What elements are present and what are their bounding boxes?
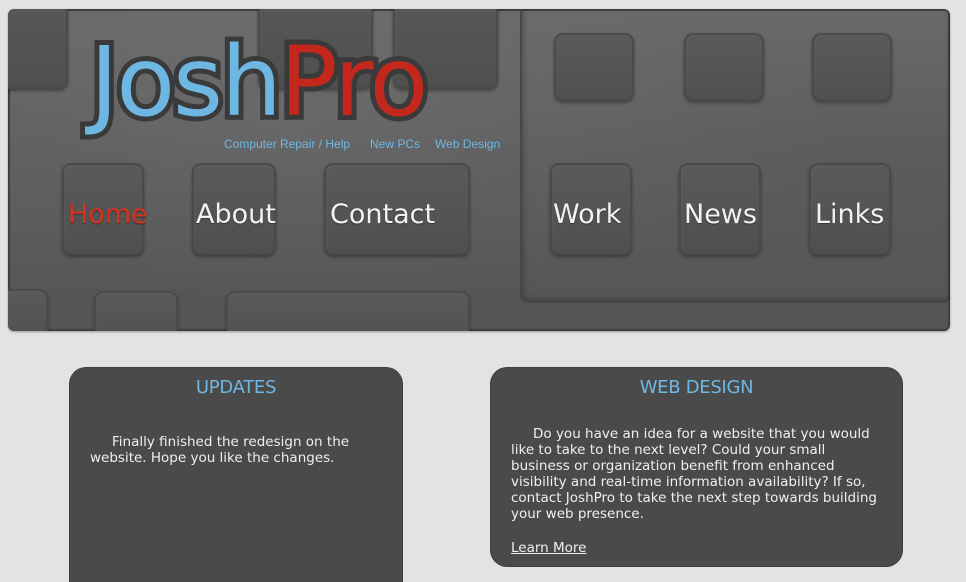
header-banner: JoshPro Computer Repair / Help New PCs W…: [8, 9, 950, 331]
keyboard-key: [94, 291, 178, 331]
keyboard-key: [554, 33, 634, 101]
keyboard-key: [812, 33, 892, 101]
updates-body: Finally finished the redesign on the web…: [90, 434, 350, 466]
keyboard-key: [226, 291, 470, 331]
updates-title: UPDATES: [195, 377, 277, 398]
web-design-title: WEB DESIGN: [639, 377, 754, 398]
logo-pro: Pro: [275, 22, 433, 142]
site-logo[interactable]: JoshPro: [85, 22, 433, 142]
nav-home[interactable]: Home: [68, 199, 148, 230]
updates-panel: UPDATES Finally finished the redesign on…: [70, 368, 402, 582]
nav-news[interactable]: News: [684, 199, 757, 230]
nav-links[interactable]: Links: [815, 199, 884, 230]
web-design-body: Do you have an idea for a website that y…: [511, 426, 877, 522]
nav-work[interactable]: Work: [553, 199, 621, 230]
tagline-new-pcs: New PCs: [370, 137, 421, 151]
logo-josh: Josh: [85, 22, 287, 142]
keyboard-key: [8, 289, 48, 331]
web-design-panel: WEB DESIGN Do you have an idea for a web…: [491, 368, 902, 566]
nav-about[interactable]: About: [196, 199, 276, 230]
keyboard-key: [684, 33, 764, 101]
tagline-repair: Computer Repair / Help: [224, 137, 351, 151]
nav-contact[interactable]: Contact: [330, 199, 435, 230]
tagline-web-design: Web Design: [435, 137, 501, 151]
keyboard-key: [8, 9, 68, 89]
learn-more-link[interactable]: Learn More: [511, 540, 587, 556]
